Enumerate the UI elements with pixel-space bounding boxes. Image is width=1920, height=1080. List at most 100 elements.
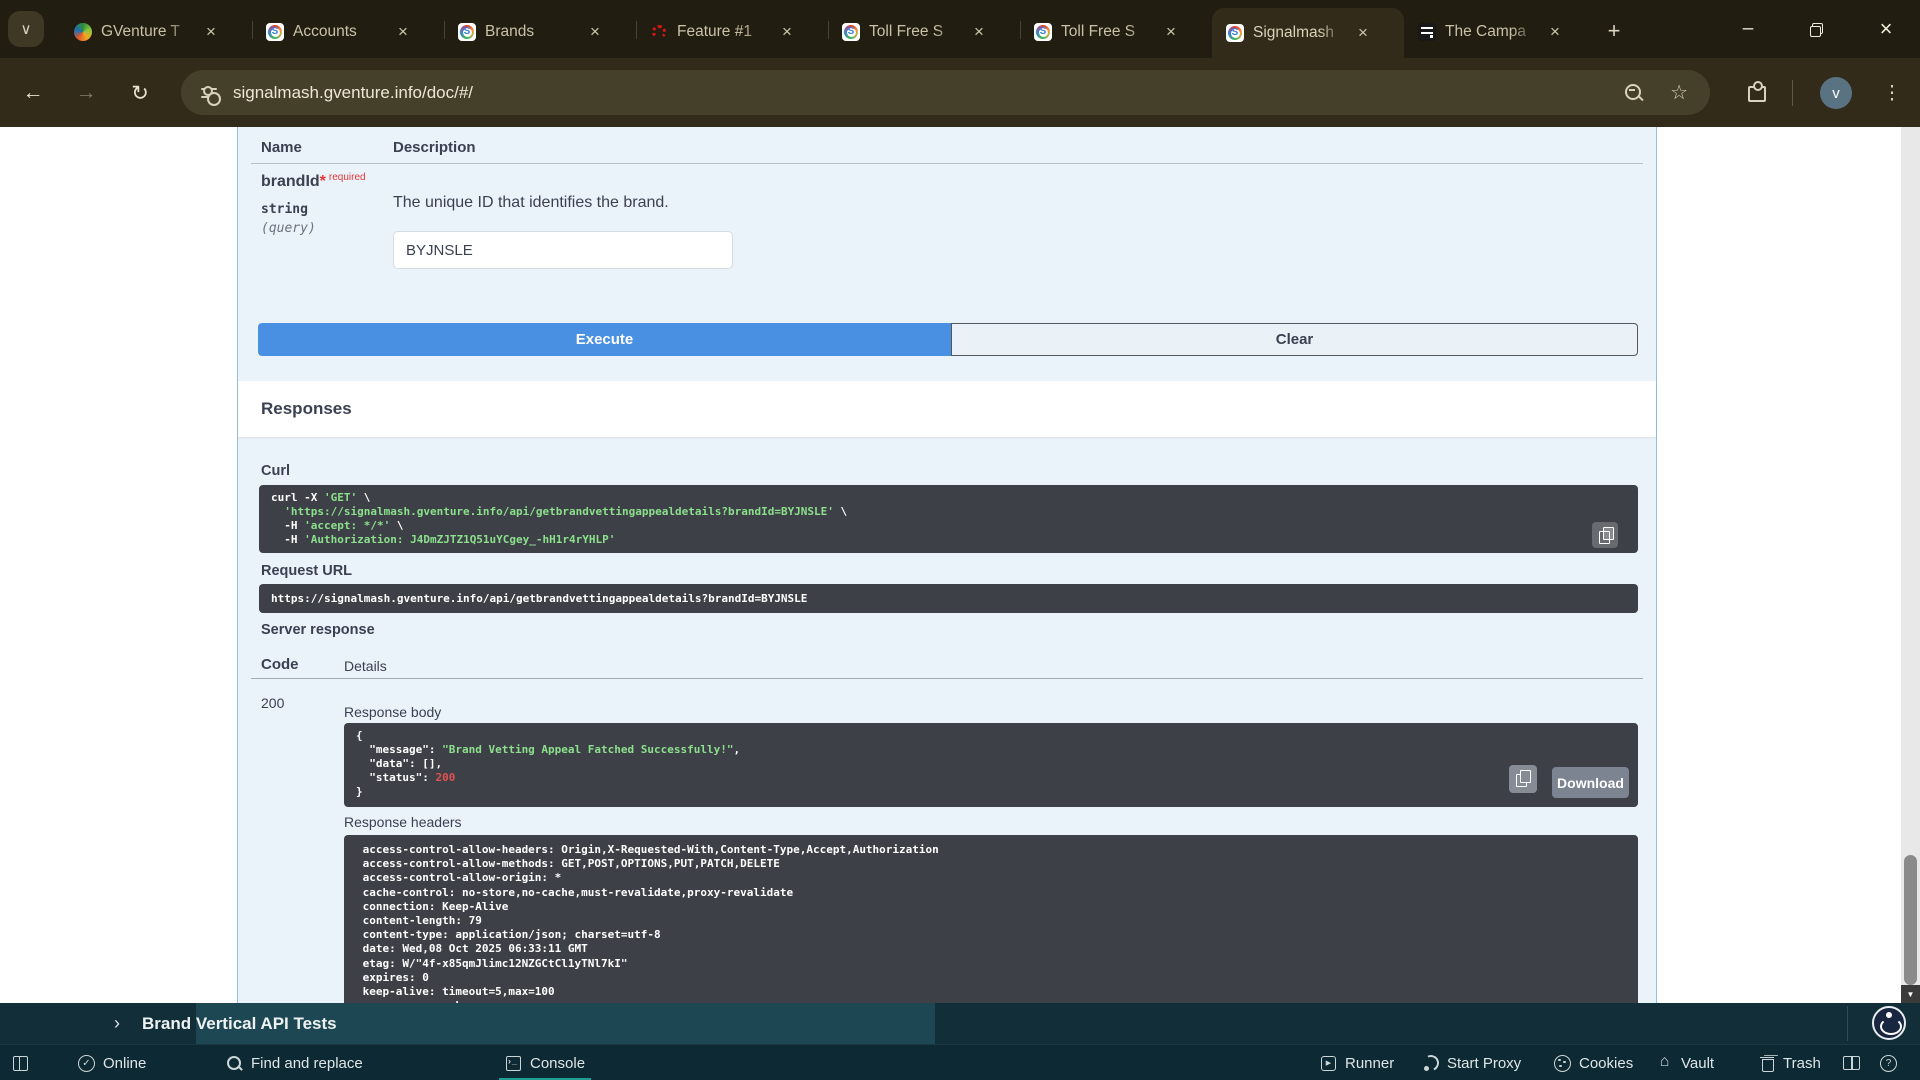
screen: ∨ GVenture T×Accounts×Brands×Feature #1×… bbox=[0, 0, 1920, 1080]
statusbar-runner[interactable]: Runner bbox=[1320, 1045, 1394, 1080]
tab-close-button[interactable]: × bbox=[1353, 23, 1373, 43]
tab-title: The Campa bbox=[1445, 23, 1537, 41]
tab-feature-1[interactable]: Feature #1 × bbox=[636, 15, 828, 49]
params-header-divider bbox=[251, 163, 1643, 164]
tab-gventure-t[interactable]: GVenture T× bbox=[60, 15, 252, 49]
trash-icon bbox=[1758, 1055, 1775, 1072]
execute-button[interactable]: Execute bbox=[258, 323, 951, 356]
profile-avatar[interactable]: v bbox=[1820, 77, 1852, 109]
back-button[interactable]: ← bbox=[15, 75, 51, 111]
statusbar-trash[interactable]: Trash bbox=[1758, 1045, 1821, 1080]
restore-button[interactable] bbox=[1799, 12, 1833, 46]
statusbar-split-panel-icon[interactable] bbox=[1843, 1045, 1860, 1080]
copy-response-button[interactable] bbox=[1509, 765, 1537, 793]
check-circle-icon bbox=[78, 1055, 95, 1072]
statusbar-sidebar-toggle-icon[interactable] bbox=[12, 1045, 29, 1080]
tab-title: Signalmash bbox=[1253, 24, 1345, 42]
console-icon bbox=[505, 1055, 522, 1072]
brandid-input[interactable] bbox=[393, 231, 733, 269]
minimize-button[interactable]: – bbox=[1731, 12, 1765, 46]
collection-name[interactable]: Brand Vertical API Tests bbox=[142, 1003, 337, 1044]
statusbar-console[interactable]: Console bbox=[505, 1045, 585, 1080]
site-info-icon[interactable] bbox=[201, 86, 219, 100]
url-text[interactable]: signalmash.gventure.info/doc/#/ bbox=[233, 83, 473, 103]
tab-the-campa[interactable]: The Campa × bbox=[1404, 15, 1596, 49]
tab-separator bbox=[636, 21, 637, 39]
tab-close-button[interactable]: × bbox=[201, 22, 221, 42]
statusbar-online[interactable]: Online bbox=[78, 1045, 146, 1080]
statusbar-help-icon[interactable] bbox=[1880, 1045, 1897, 1080]
bookmark-star-icon[interactable]: ☆ bbox=[1670, 80, 1688, 105]
browser-menu-button[interactable]: ⋮ bbox=[1876, 75, 1908, 111]
response-header-line: connection: Keep-Alive bbox=[356, 900, 1626, 914]
tab-close-button[interactable]: × bbox=[393, 22, 413, 42]
response-header-line: expires: 0 bbox=[356, 971, 1626, 985]
required-asterisk: * bbox=[320, 173, 326, 190]
swagger-operation-block: Name Description brandId*required string… bbox=[237, 127, 1657, 1003]
tab-accounts[interactable]: Accounts × bbox=[252, 15, 444, 49]
postman-status-bar: Online Find and replace Console Runner Start… bbox=[0, 1044, 1920, 1080]
signalmash-s-favicon bbox=[266, 23, 284, 41]
reload-button[interactable]: ↻ bbox=[122, 75, 158, 111]
statusbar-find-and-replace[interactable]: Find and replace bbox=[226, 1045, 363, 1080]
statusbar-label: Find and replace bbox=[251, 1055, 363, 1072]
zoom-out-icon[interactable] bbox=[1624, 83, 1644, 103]
scrollbar-thumb[interactable] bbox=[1904, 855, 1917, 985]
statusbar-label: Vault bbox=[1681, 1055, 1714, 1072]
statusbar-start-proxy[interactable]: Start Proxy bbox=[1422, 1045, 1521, 1080]
tab-brands[interactable]: Brands× bbox=[444, 15, 636, 49]
clear-button[interactable]: Clear bbox=[951, 323, 1638, 356]
curl-label: Curl bbox=[261, 463, 290, 479]
response-headers-block: access-control-allow-headers: Origin,X-R… bbox=[344, 835, 1638, 1003]
statusbar-label: Trash bbox=[1783, 1055, 1821, 1072]
tab-toll-free-s[interactable]: Toll Free S× bbox=[1020, 15, 1212, 49]
postman-collection-row[interactable]: › Brand Vertical API Tests bbox=[0, 1003, 1920, 1044]
copy-curl-button[interactable] bbox=[1592, 522, 1618, 548]
tab-signalmash[interactable]: Signalmash × bbox=[1212, 8, 1404, 58]
responses-section-header: Responses bbox=[238, 381, 1656, 437]
tab-close-button[interactable]: × bbox=[1545, 22, 1565, 42]
tab-search-button[interactable]: ∨ bbox=[8, 11, 44, 47]
accessibility-widget-button[interactable] bbox=[1872, 1006, 1906, 1040]
response-header-line: content-length: 79 bbox=[356, 914, 1626, 928]
chevron-right-icon[interactable]: › bbox=[114, 1003, 120, 1044]
chevron-down-icon: ∨ bbox=[21, 20, 32, 38]
postman-divider bbox=[1847, 1006, 1848, 1041]
response-header-line: access-control-allow-origin: * bbox=[356, 871, 1626, 885]
gventure-globe-favicon bbox=[74, 23, 92, 41]
status-code: 200 bbox=[261, 695, 284, 711]
statusbar-vault[interactable]: Vault bbox=[1656, 1045, 1714, 1080]
params-description-column: Description bbox=[393, 139, 476, 156]
response-body-block: { "message": "Brand Vetting Appeal Fatch… bbox=[344, 723, 1638, 807]
close-button[interactable]: × bbox=[1869, 12, 1903, 46]
download-button[interactable]: Download bbox=[1552, 767, 1629, 798]
tab-close-button[interactable]: × bbox=[585, 22, 605, 42]
antenna-icon bbox=[1422, 1055, 1439, 1072]
tab-close-button[interactable]: × bbox=[777, 22, 797, 42]
search-icon bbox=[226, 1055, 243, 1072]
statusbar-cookies[interactable]: Cookies bbox=[1554, 1045, 1633, 1080]
tab-title: Feature #1 bbox=[677, 23, 769, 41]
param-name: brandId*required bbox=[261, 173, 366, 191]
tab-separator bbox=[252, 21, 253, 39]
page-scrollbar[interactable]: ▼ bbox=[1901, 127, 1920, 1003]
server-response-label: Server response bbox=[261, 622, 375, 638]
statusbar-label: Console bbox=[530, 1055, 585, 1072]
param-description: The unique ID that identifies the brand. bbox=[393, 194, 669, 212]
required-label: required bbox=[329, 172, 366, 183]
scrollbar-down-button[interactable]: ▼ bbox=[1901, 985, 1920, 1003]
code-line: { bbox=[356, 729, 1626, 743]
forward-button[interactable]: → bbox=[68, 75, 104, 111]
extensions-icon[interactable] bbox=[1746, 80, 1766, 100]
response-body-label: Response body bbox=[344, 704, 441, 720]
curl-code-block: curl -X 'GET' \ 'https://signalmash.gven… bbox=[259, 485, 1638, 553]
code-line: -H 'accept: */*' \ bbox=[271, 519, 1626, 533]
split-panel-icon bbox=[1843, 1055, 1860, 1072]
tab-title: Accounts bbox=[293, 23, 385, 41]
tab-close-button[interactable]: × bbox=[1161, 22, 1181, 42]
address-bar[interactable]: signalmash.gventure.info/doc/#/ ☆ bbox=[181, 70, 1710, 115]
params-name-column: Name bbox=[261, 139, 302, 156]
tab-close-button[interactable]: × bbox=[969, 22, 989, 42]
new-tab-button[interactable]: + bbox=[1598, 15, 1630, 47]
tab-toll-free-s[interactable]: Toll Free S× bbox=[828, 15, 1020, 49]
